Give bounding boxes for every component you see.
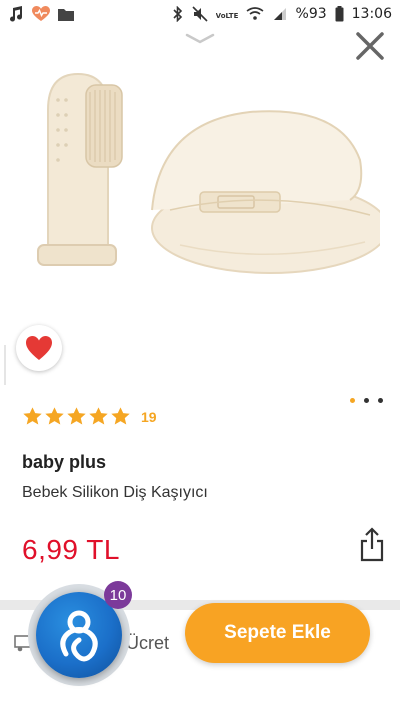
favorite-button[interactable] (16, 325, 62, 371)
share-button[interactable] (358, 527, 386, 563)
health-heart-icon (32, 6, 50, 22)
clock: 13:06 (351, 6, 392, 22)
music-note-icon (8, 6, 24, 22)
rating[interactable]: 19 (22, 406, 157, 427)
side-tab[interactable] (0, 345, 6, 385)
status-left-icons (8, 6, 74, 22)
star-icon (23, 407, 42, 425)
gallery-dot-2[interactable] (364, 398, 369, 403)
gallery-dot-3[interactable] (378, 398, 383, 403)
star-icon (45, 407, 64, 425)
share-icon (360, 527, 384, 562)
review-count: 19 (141, 408, 157, 425)
folder-icon (58, 7, 74, 21)
product-price: 6,99 TL (22, 534, 120, 565)
heart-icon (26, 336, 52, 360)
battery-percent: %93 (295, 6, 327, 22)
status-right-icons: VoLTE %93 13:06 (172, 6, 392, 22)
star-icon (89, 407, 108, 425)
star-icon (67, 407, 86, 425)
bluetooth-icon (172, 6, 184, 22)
product-brand[interactable]: baby plus (22, 452, 106, 473)
add-to-cart-button[interactable]: Sepete Ekle (185, 603, 370, 663)
status-bar: VoLTE %93 13:06 (0, 0, 400, 28)
svg-text:VoLTE: VoLTE (216, 12, 238, 20)
product-name: Bebek Silikon Diş Kaşıyıcı (22, 484, 208, 501)
gallery-pagination (350, 398, 383, 403)
shipping-label: Ücret (126, 632, 170, 653)
finger-brush-image (37, 72, 123, 266)
close-icon (356, 32, 384, 60)
battery-icon (335, 6, 344, 22)
star-icon (111, 407, 130, 425)
wifi-icon (246, 7, 264, 21)
volte-icon: VoLTE (216, 6, 238, 22)
case-image (151, 110, 389, 274)
notification-badge: 10 (104, 581, 132, 609)
collapse-chevron-icon[interactable] (185, 32, 215, 50)
mute-icon (191, 6, 208, 22)
rating-stars (22, 406, 131, 427)
signal-icon (272, 7, 288, 21)
product-image[interactable] (20, 60, 389, 310)
gallery-dot-1[interactable] (350, 398, 355, 403)
close-button[interactable] (354, 30, 386, 62)
